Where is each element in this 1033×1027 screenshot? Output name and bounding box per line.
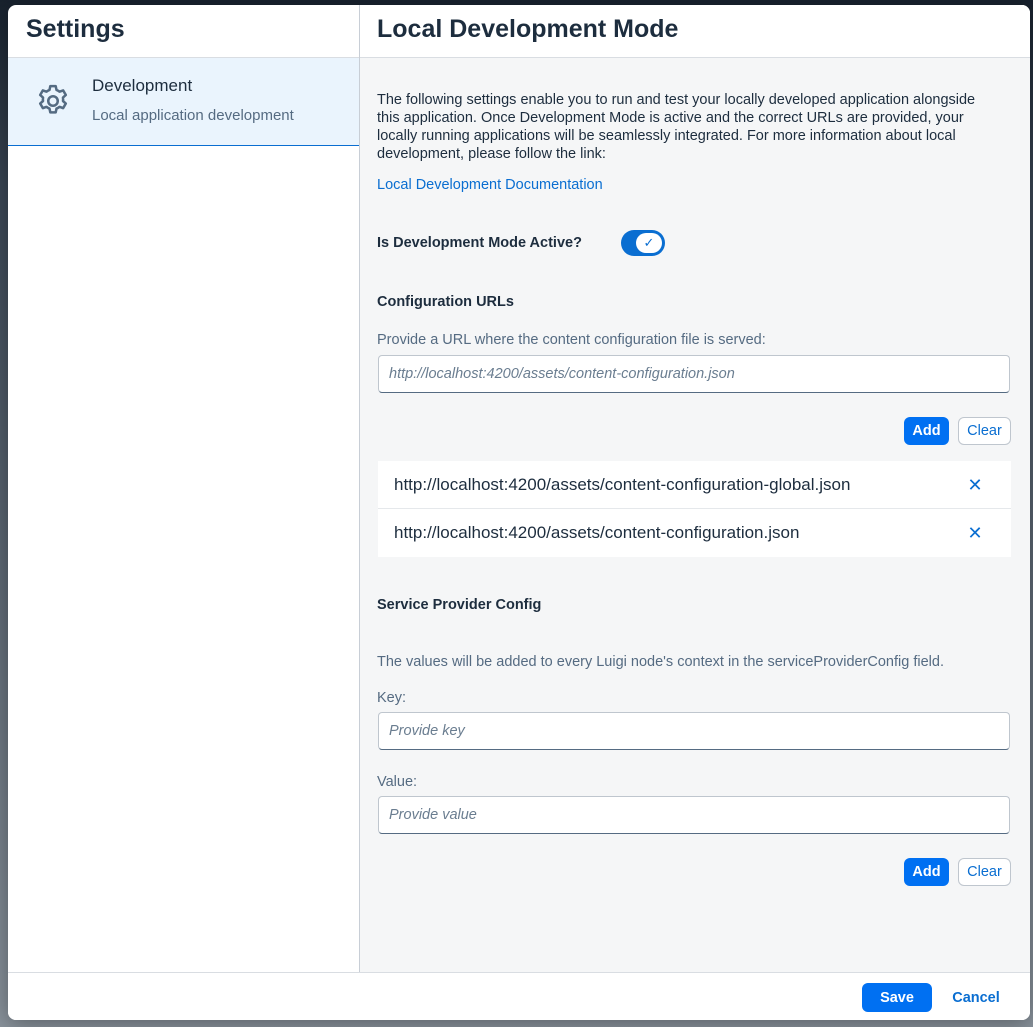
settings-dialog: Settings Development Local application d… (8, 5, 1030, 1020)
documentation-link[interactable]: Local Development Documentation (377, 177, 603, 193)
config-url-list: http://localhost:4200/assets/content-con… (378, 461, 1011, 557)
close-icon[interactable]: ✕ (966, 524, 984, 542)
service-provider-description: The values will be added to every Luigi … (377, 654, 944, 670)
add-url-button[interactable]: Add (904, 417, 949, 445)
add-config-button[interactable]: Add (904, 858, 949, 886)
key-field-label: Key: (377, 690, 407, 706)
sidebar-item-development[interactable]: Development Local application developmen… (8, 58, 359, 146)
list-item: http://localhost:4200/assets/content-con… (378, 509, 1011, 557)
dialog-footer: Save Cancel (8, 972, 1030, 1020)
value-input[interactable] (378, 796, 1010, 834)
close-icon[interactable]: ✕ (966, 476, 984, 494)
config-url-input[interactable] (378, 355, 1010, 393)
clear-config-button[interactable]: Clear (958, 858, 1011, 886)
config-url-text: http://localhost:4200/assets/content-con… (394, 475, 851, 494)
clear-url-button[interactable]: Clear (958, 417, 1011, 445)
config-url-field-label: Provide a URL where the content configur… (377, 332, 766, 348)
service-provider-title: Service Provider Config (377, 597, 542, 613)
dev-mode-toggle[interactable]: ✓ (621, 230, 665, 256)
config-urls-title: Configuration URLs (377, 294, 514, 310)
key-input[interactable] (378, 712, 1010, 750)
config-url-text: http://localhost:4200/assets/content-con… (394, 523, 800, 542)
cancel-button[interactable]: Cancel (942, 983, 1010, 1012)
save-button[interactable]: Save (862, 983, 932, 1012)
settings-content: Local Development Mode The following set… (360, 5, 1030, 972)
checkmark-icon: ✓ (636, 233, 662, 253)
list-item: http://localhost:4200/assets/content-con… (378, 461, 1011, 509)
sidebar-item-label: Development (92, 76, 193, 95)
value-field-label: Value: (377, 774, 418, 790)
intro-text: The following settings enable you to run… (377, 92, 976, 162)
settings-sidebar: Settings Development Local application d… (8, 5, 360, 972)
dev-mode-toggle-label: Is Development Mode Active? (377, 235, 582, 251)
sidebar-item-description: Local application development (92, 107, 294, 124)
gear-icon (34, 82, 72, 120)
page-title: Local Development Mode (360, 5, 1030, 58)
sidebar-title: Settings (8, 5, 359, 58)
